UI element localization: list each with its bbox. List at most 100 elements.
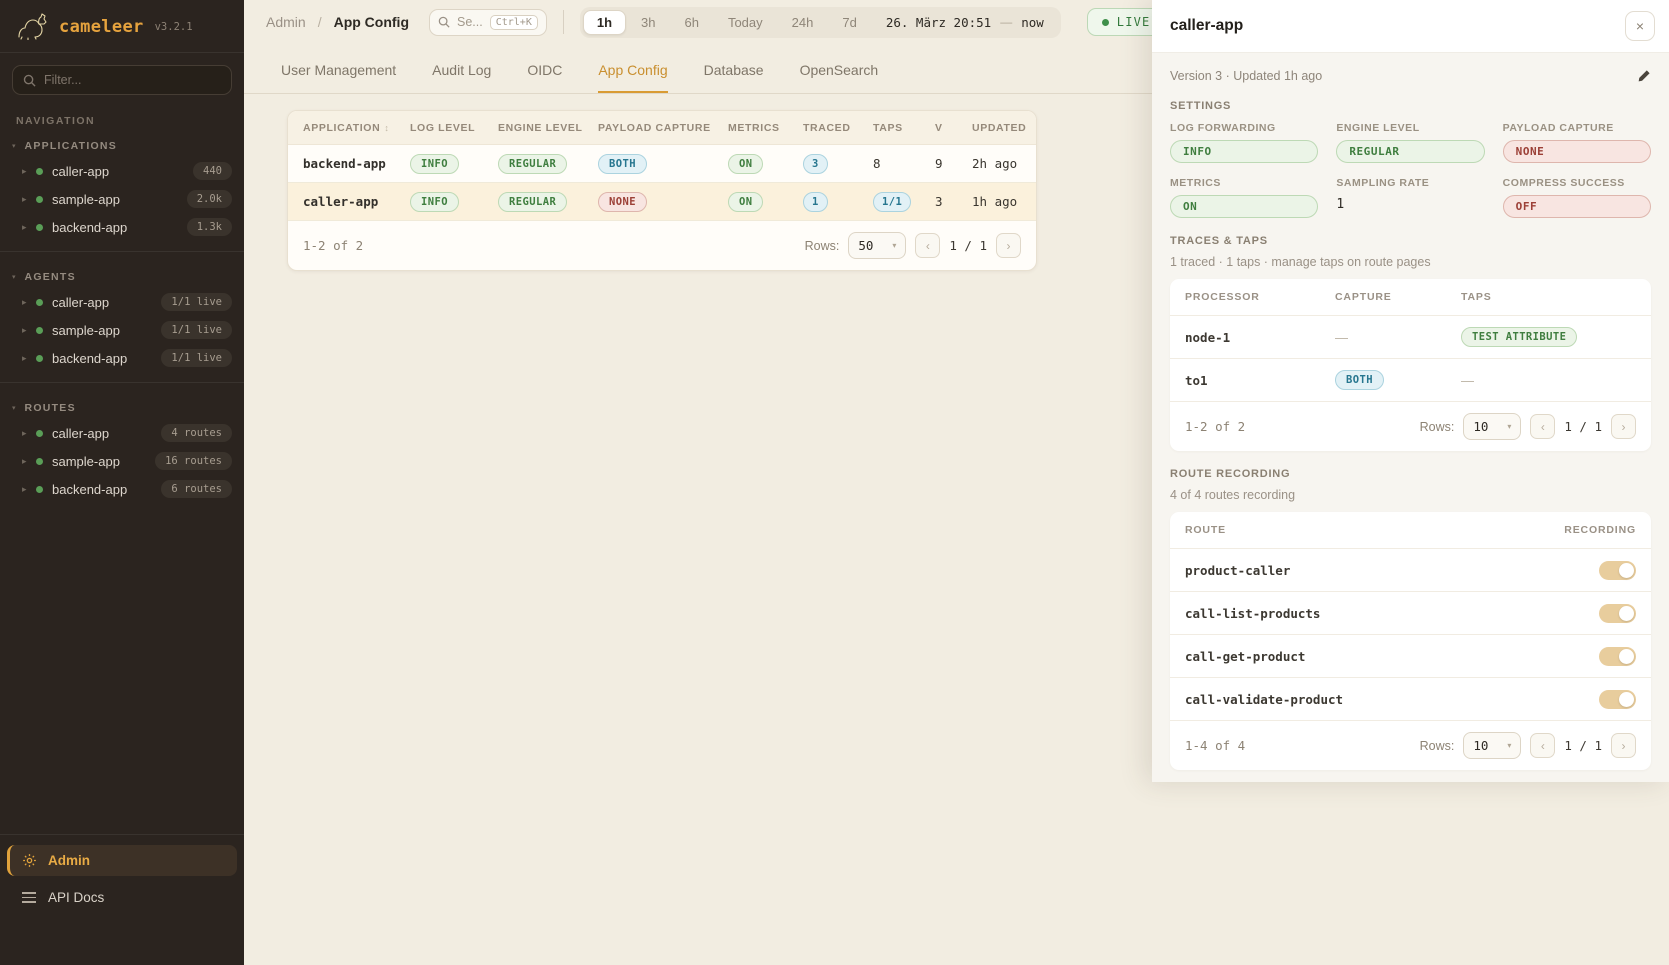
section-routes[interactable]: ▾ ROUTES: [0, 393, 244, 419]
capture-empty: —: [1335, 330, 1461, 345]
sidebar-item-agents-backend-app[interactable]: ▸ backend-app 1/1 live: [0, 344, 244, 372]
status-dot: [36, 196, 43, 203]
rows-per-page-select[interactable]: 50 ▾: [848, 232, 906, 259]
sidebar-item-applications-sample-app[interactable]: ▸ sample-app 2.0k: [0, 185, 244, 213]
settings-grid: LOG FORWARDING INFO ENGINE LEVEL REGULAR…: [1170, 122, 1651, 218]
breadcrumb-parent[interactable]: Admin: [266, 14, 306, 30]
recording-toggle-on[interactable]: [1599, 604, 1636, 623]
table-row-caller-app[interactable]: caller-app INFO REGULAR NONE ON 1 1/1 3 …: [288, 183, 1036, 221]
section-applications[interactable]: ▾ APPLICATIONS: [0, 131, 244, 157]
sampling-rate-value: 1: [1336, 193, 1344, 216]
prev-icon: ‹: [926, 239, 930, 253]
table-row-backend-app[interactable]: backend-app INFO REGULAR BOTH ON 3 8 9 2…: [288, 145, 1036, 183]
sidebar-item-agents-sample-app[interactable]: ▸ sample-app 1/1 live: [0, 316, 244, 344]
chevron-right-icon: ▸: [22, 428, 32, 439]
routes-badge: 6 routes: [161, 480, 232, 498]
traces-row-to1[interactable]: to1 BOTH —: [1170, 358, 1651, 401]
sidebar-item-admin[interactable]: Admin: [7, 845, 237, 876]
breadcrumb-current: App Config: [334, 14, 409, 30]
detail-panel-caller-app: caller-app × Version 3 · Updated 1h ago …: [1152, 0, 1669, 782]
recording-toggle-on[interactable]: [1599, 647, 1636, 666]
navigation-label: NAVIGATION: [16, 115, 228, 127]
range-3h-button[interactable]: 3h: [627, 10, 669, 35]
close-panel-button[interactable]: ×: [1625, 11, 1655, 41]
next-icon: ›: [1622, 739, 1626, 753]
version-value: 3: [935, 194, 972, 209]
sidebar-item-routes-sample-app[interactable]: ▸ sample-app 16 routes: [0, 447, 244, 475]
range-7d-button[interactable]: 7d: [828, 10, 870, 35]
traces-pagination: 1-2 of 2 Rows: 10 ▾ ‹ 1 / 1 ›: [1170, 401, 1651, 451]
next-page-button[interactable]: ›: [996, 233, 1021, 258]
sidebar-item-applications-backend-app[interactable]: ▸ backend-app 1.3k: [0, 213, 244, 241]
prev-page-button[interactable]: ‹: [1530, 733, 1555, 758]
log-forwarding-value: INFO: [1170, 140, 1318, 163]
engine-level-badge: REGULAR: [498, 192, 567, 212]
edit-button[interactable]: [1637, 69, 1651, 83]
count-badge: 440: [193, 162, 232, 180]
recording-toggle-on[interactable]: [1599, 561, 1636, 580]
date-to: now: [1021, 15, 1044, 30]
field-engine-level: ENGINE LEVEL REGULAR: [1336, 122, 1484, 163]
range-text: 1-2 of 2: [1185, 419, 1245, 434]
live-status-dot: [1102, 19, 1109, 26]
range-1h-button[interactable]: 1h: [583, 10, 626, 35]
sidebar-item-routes-backend-app[interactable]: ▸ backend-app 6 routes: [0, 475, 244, 503]
payload-capture-badge: NONE: [598, 192, 647, 212]
date-range-display[interactable]: 26. März 20:51 — now: [872, 15, 1058, 30]
recording-row-product-caller: product-caller: [1170, 548, 1651, 591]
recording-table-header: ROUTE RECORDING: [1170, 512, 1651, 548]
sidebar-item-applications-caller-app[interactable]: ▸ caller-app 440: [0, 157, 244, 185]
metrics-badge: ON: [728, 154, 763, 174]
traced-badge: 3: [803, 154, 828, 174]
rows-per-page-select[interactable]: 10 ▾: [1463, 413, 1521, 440]
sidebar-item-api-docs[interactable]: API Docs: [7, 882, 237, 913]
prev-page-button[interactable]: ‹: [1530, 414, 1555, 439]
version-meta: Version 3 · Updated 1h ago: [1170, 69, 1322, 83]
routes-badge: 16 routes: [155, 452, 232, 470]
col-v: V: [935, 122, 972, 134]
metrics-value: ON: [1170, 195, 1318, 218]
traces-row-node-1[interactable]: node-1 — TEST ATTRIBUTE: [1170, 315, 1651, 358]
list-icon: [22, 892, 36, 903]
taps-value: 8: [873, 156, 935, 171]
rows-per-page-select[interactable]: 10 ▾: [1463, 732, 1521, 759]
col-application[interactable]: APPLICATION ↕: [303, 122, 410, 134]
sidebar-item-routes-caller-app[interactable]: ▸ caller-app 4 routes: [0, 419, 244, 447]
col-traced: TRACED: [803, 122, 873, 134]
section-agents[interactable]: ▾ AGENTS: [0, 262, 244, 288]
panel-header: caller-app ×: [1152, 0, 1669, 53]
range-today-button[interactable]: Today: [714, 10, 777, 35]
field-compress-success: COMPRESS SUCCESS OFF: [1503, 177, 1651, 218]
search-input[interactable]: Se... Ctrl+K: [429, 9, 547, 36]
range-24h-button[interactable]: 24h: [778, 10, 828, 35]
next-page-button[interactable]: ›: [1611, 414, 1636, 439]
tab-user-management[interactable]: User Management: [281, 62, 396, 93]
routes-badge: 4 routes: [161, 424, 232, 442]
tab-oidc[interactable]: OIDC: [527, 62, 562, 93]
tab-app-config[interactable]: App Config: [598, 62, 667, 93]
field-metrics: METRICS ON: [1170, 177, 1318, 218]
divider: [563, 10, 564, 34]
next-page-button[interactable]: ›: [1611, 733, 1636, 758]
metrics-badge: ON: [728, 192, 763, 212]
date-from: 26. März 20:51: [886, 15, 991, 30]
log-level-badge: INFO: [410, 154, 459, 174]
range-text: 1-2 of 2: [303, 238, 363, 253]
tab-audit-log[interactable]: Audit Log: [432, 62, 491, 93]
sidebar-filter-input[interactable]: Filter...: [12, 65, 232, 95]
capture-badge: BOTH: [1335, 370, 1384, 390]
panel-title: caller-app: [1170, 17, 1243, 35]
prev-page-button[interactable]: ‹: [915, 233, 940, 258]
range-6h-button[interactable]: 6h: [670, 10, 712, 35]
page-indicator: 1 / 1: [949, 238, 987, 253]
chevron-right-icon: ▸: [22, 194, 32, 205]
recording-toggle-on[interactable]: [1599, 690, 1636, 709]
field-log-forwarding: LOG FORWARDING INFO: [1170, 122, 1318, 163]
divider: [0, 834, 244, 835]
prev-icon: ‹: [1541, 739, 1545, 753]
payload-capture-value: NONE: [1503, 140, 1651, 163]
page-indicator: 1 / 1: [1564, 419, 1602, 434]
tab-opensearch[interactable]: OpenSearch: [800, 62, 879, 93]
sidebar-item-agents-caller-app[interactable]: ▸ caller-app 1/1 live: [0, 288, 244, 316]
tab-database[interactable]: Database: [704, 62, 764, 93]
